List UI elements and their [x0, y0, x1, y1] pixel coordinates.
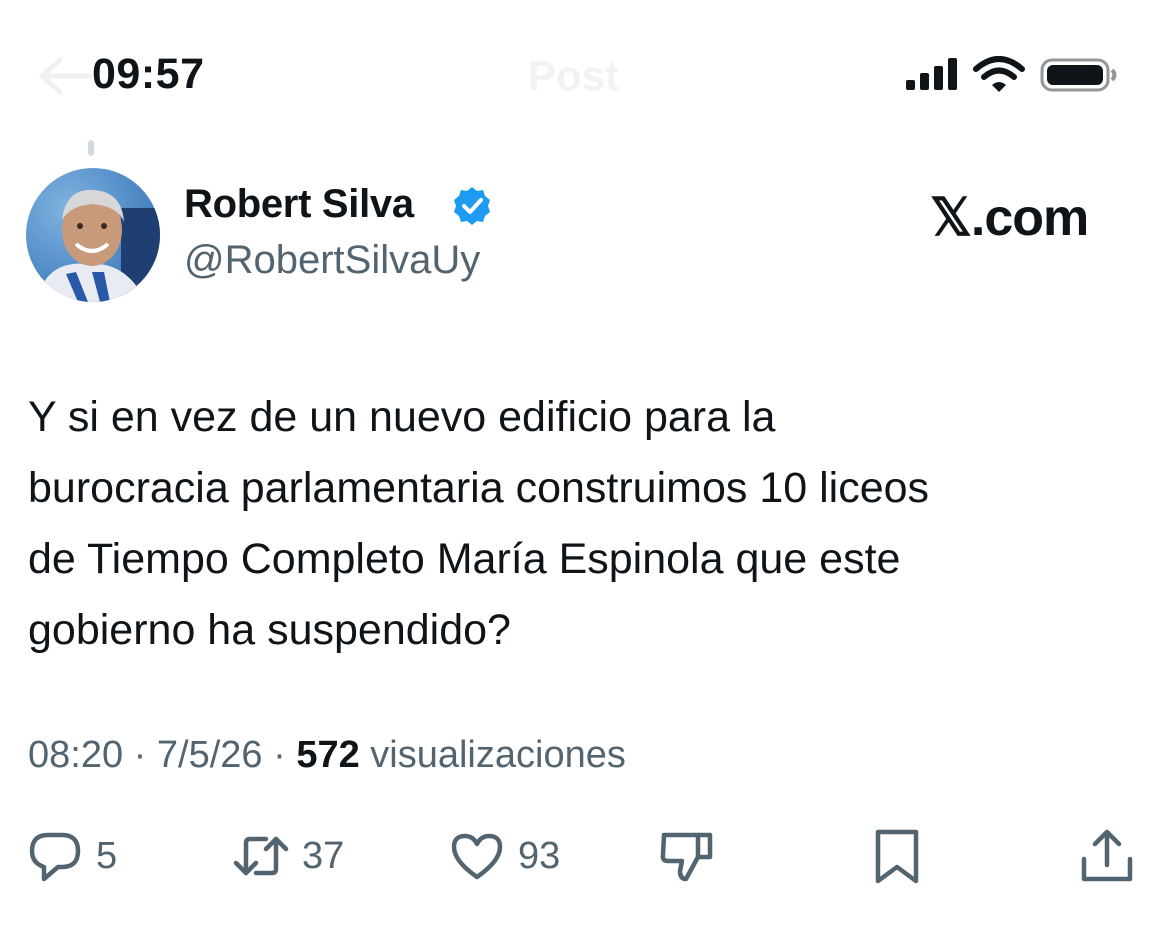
reply-icon — [29, 832, 81, 882]
reply-button[interactable]: 5 — [26, 826, 117, 886]
dislike-button[interactable] — [658, 826, 716, 886]
meta-separator: · — [273, 734, 286, 776]
share-icon — [1081, 829, 1133, 882]
views-count: 572 — [296, 734, 360, 776]
signal-icon — [906, 58, 957, 90]
verified-badge-icon — [454, 187, 490, 225]
wifi-icon — [973, 56, 1025, 92]
repost-icon — [233, 836, 289, 876]
heart-icon — [451, 833, 503, 880]
bookmark-icon — [875, 829, 919, 884]
like-button[interactable]: 93 — [448, 826, 560, 886]
repost-button[interactable]: 37 — [232, 826, 344, 886]
share-button[interactable] — [1078, 826, 1136, 886]
display-name[interactable]: Robert Silva — [184, 182, 414, 227]
thread-line — [88, 140, 94, 156]
user-handle[interactable]: @RobertSilvaUy — [184, 238, 480, 283]
reply-count: 5 — [96, 834, 118, 877]
nav-title: Post — [528, 52, 620, 99]
status-time: 09:57 — [92, 50, 205, 98]
post-meta: 08:20 · 7/5/26 · 572 visualizaciones — [28, 734, 626, 777]
repost-count: 37 — [302, 834, 345, 877]
views-label: visualizaciones — [370, 734, 626, 776]
battery-icon — [1040, 58, 1117, 92]
post-text: Y si en vez de un nuevo edificio para la… — [28, 393, 930, 654]
brand-watermark: 𝕏.com — [930, 189, 1089, 247]
bookmark-button[interactable] — [868, 826, 926, 886]
like-count: 93 — [518, 834, 561, 877]
dislike-icon — [660, 832, 713, 882]
post-date[interactable]: 7/5/26 — [157, 734, 263, 776]
back-arrow-icon[interactable] — [34, 56, 94, 96]
meta-separator: · — [133, 734, 147, 776]
avatar[interactable] — [26, 168, 160, 302]
post-time[interactable]: 08:20 — [28, 734, 123, 776]
